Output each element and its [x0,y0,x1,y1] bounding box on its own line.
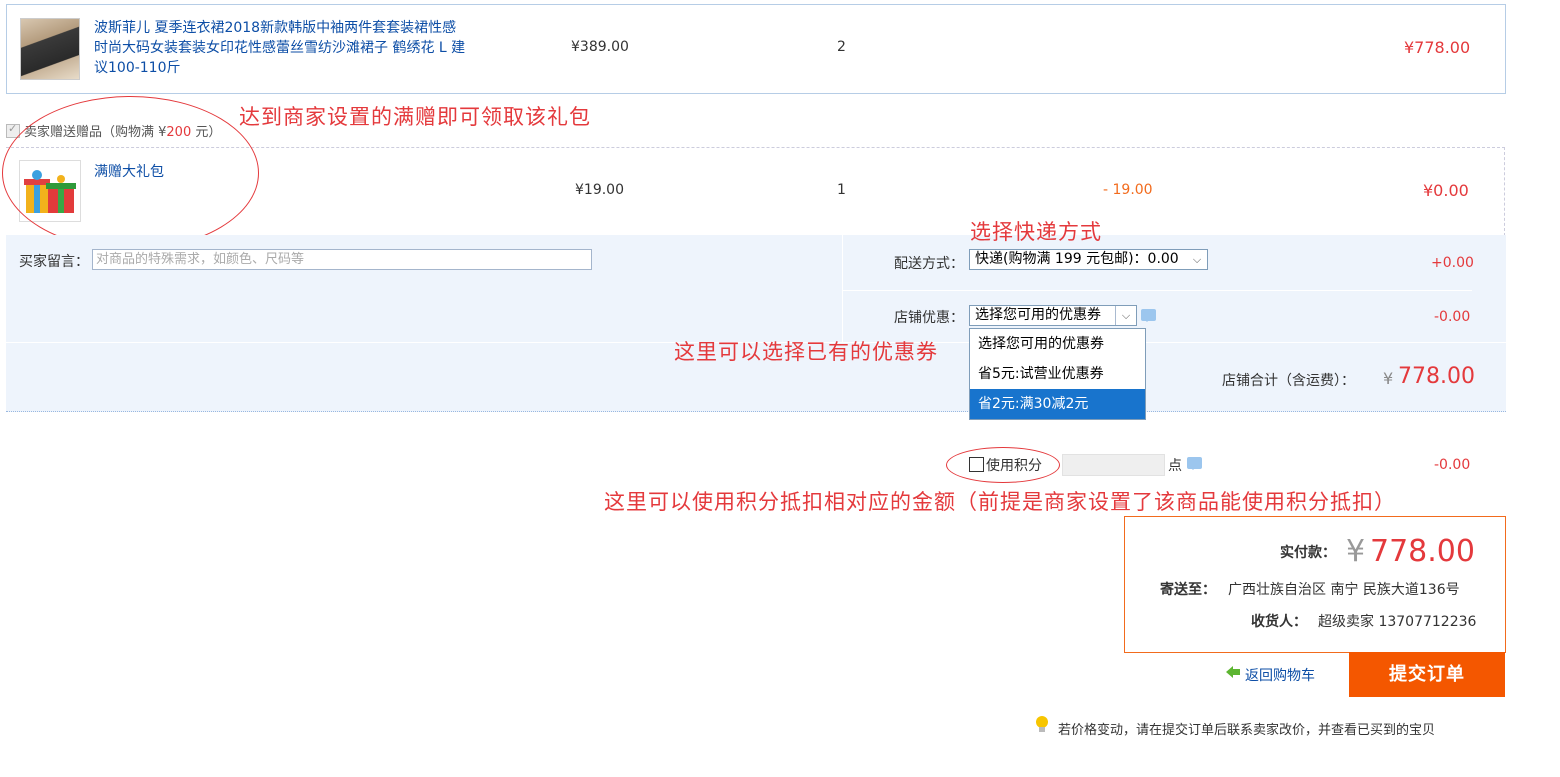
use-points-checkbox[interactable] [969,457,984,472]
store-total-value: 778.00 [1398,364,1475,389]
product-thumbnail[interactable] [20,18,80,80]
shipping-select[interactable]: 快递(购物满 199 元包邮)：0.00 ⌵ [969,249,1208,270]
coupon-select-value: 选择您可用的优惠券 [975,307,1101,323]
payment-total: 778.00 [1370,534,1475,569]
chat-icon[interactable] [1187,457,1202,470]
annotation-shipping: 选择快递方式 [970,220,1102,244]
store-total-label: 店铺合计（含运费）： [1222,373,1355,389]
coupon-option-selected[interactable]: 省2元:满30减2元 [970,389,1145,419]
annotation-coupon: 这里可以选择已有的优惠券 [674,340,938,364]
gift-quantity: 1 [837,182,846,198]
coupon-option[interactable]: 选择您可用的优惠券 [970,329,1145,359]
message-input[interactable]: 对商品的特殊需求，如颜色、尺码等 [92,249,592,270]
ship-to-label: 寄送至： [1160,582,1216,598]
panel-divider [842,235,843,342]
shipping-label: 配送方式： [894,256,964,272]
points-input[interactable] [1062,454,1165,476]
coupon-label: 店铺优惠： [894,310,964,326]
coupon-amount: -0.00 [1434,309,1471,325]
points-unit: 点 [1168,458,1182,474]
product-unit-price: ¥389.00 [571,39,629,55]
coupon-option[interactable]: 省5元:试营业优惠券 [970,359,1145,389]
back-arrow-icon [1225,664,1241,684]
coupon-dropdown-list: 选择您可用的优惠券 省5元:试营业优惠券 省2元:满30减2元 [969,328,1146,420]
lightbulb-icon [1034,715,1050,739]
gift-subtotal: ¥0.00 [1423,181,1469,200]
shipping-select-value: 快递(购物满 199 元包邮)：0.00 [975,251,1179,267]
gift-discount: - 19.00 [1103,182,1153,198]
payment-label: 实付款： [1280,545,1336,561]
back-to-cart-link[interactable]: 返回购物车 [1245,665,1315,685]
ship-to-address: 广西壮族自治区 南宁 民族大道136号 [1228,582,1460,598]
annotation-gift-ellipse [2,96,259,250]
receiver-value: 超级卖家 13707712236 [1318,614,1477,630]
receiver-label: 收货人： [1251,614,1307,630]
use-points-label: 使用积分 [986,458,1042,474]
coupon-select[interactable]: 选择您可用的优惠券 ⌵ [969,305,1137,326]
chat-icon[interactable] [1141,309,1156,322]
product-quantity: 2 [837,39,846,55]
payment-currency: ¥ [1346,534,1366,569]
product-name-link[interactable]: 波斯菲儿 夏季连衣裙2018新款韩版中袖两件套套装裙性感时尚大码女装套装女印花性… [94,18,469,78]
gift-unit-price: ¥19.00 [575,182,624,198]
chevron-down-icon: ⌵ [1115,306,1136,325]
shipping-amount: +0.00 [1431,255,1474,271]
panel-row-divider [842,290,1472,291]
submit-order-button[interactable]: 提交订单 [1349,652,1505,697]
annotation-gift: 达到商家设置的满赠即可领取该礼包 [239,105,591,129]
message-label: 买家留言： [19,254,89,270]
store-total-currency: ¥ [1383,369,1394,388]
points-amount: -0.00 [1434,457,1471,473]
chevron-down-icon: ⌵ [1192,253,1202,266]
price-change-tip: 若价格变动，请在提交订单后联系卖家改价，并查看已买到的宝贝 [1058,723,1436,738]
annotation-points: 这里可以使用积分抵扣相对应的金额（前提是商家设置了该商品能使用积分抵扣） [604,490,1396,514]
product-subtotal: ¥778.00 [1404,38,1471,57]
